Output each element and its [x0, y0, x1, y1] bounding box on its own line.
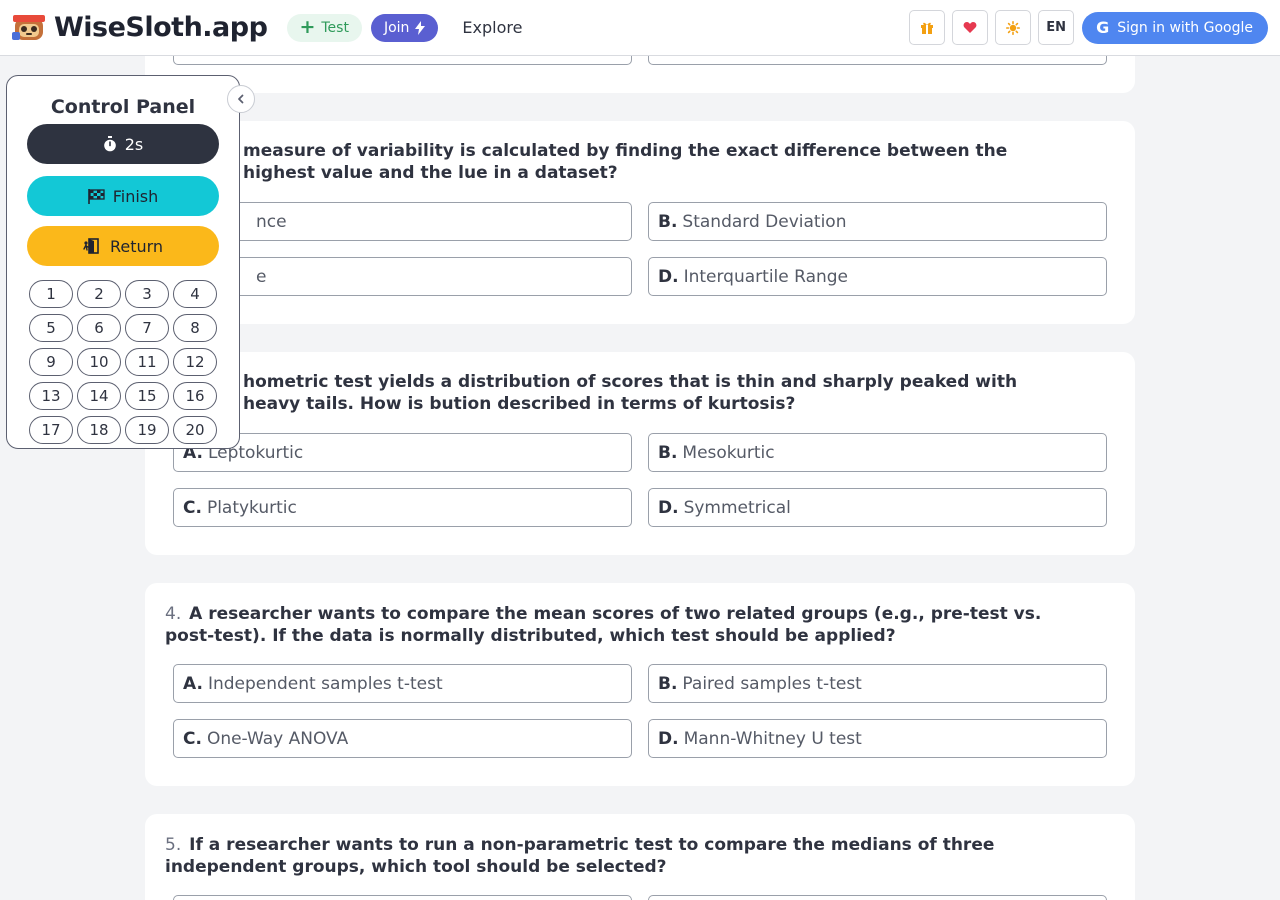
gift-icon: [921, 22, 934, 34]
question-nav-10[interactable]: 10: [77, 348, 121, 376]
question-nav-20[interactable]: 20: [173, 416, 217, 444]
checkered-flag-icon: [87, 188, 105, 204]
collapse-panel-button[interactable]: [227, 85, 255, 113]
timer-button[interactable]: 2s: [27, 124, 219, 164]
test-button-label: Test: [321, 19, 349, 36]
option-c[interactable]: C. One-Way ANOVA: [173, 719, 632, 758]
question-nav-9[interactable]: 9: [29, 348, 73, 376]
door-exit-icon: [83, 238, 99, 254]
return-label: Return: [109, 236, 164, 256]
join-button-label: Join: [383, 19, 410, 36]
language-button[interactable]: EN: [1038, 10, 1075, 45]
option-a[interactable]: A. Leptokurtic: [173, 433, 632, 472]
question-text: 4. A researcher wants to compare the mea…: [165, 604, 1042, 646]
logo-link[interactable]: WiseSloth.app: [11, 12, 268, 44]
stopwatch-icon: [103, 136, 116, 152]
question-card-4: 4. A researcher wants to compare the mea…: [145, 583, 1135, 786]
option-b[interactable]: B. Mesokurtic: [648, 433, 1107, 472]
question-nav-12[interactable]: 12: [173, 348, 217, 376]
chevron-left-icon: [238, 94, 244, 104]
option-c[interactable]: C. Platykurtic: [173, 488, 632, 527]
plus-icon: +: [299, 16, 316, 38]
question-nav-17[interactable]: 17: [29, 416, 73, 444]
panel-title: Control Panel: [50, 96, 196, 118]
control-panel: Control Panel 2s Finish Return 1 2 3 4 5…: [6, 75, 240, 449]
question-nav-3[interactable]: 3: [125, 280, 169, 308]
lightning-icon: [415, 20, 426, 35]
option-d[interactable]: D. Symmetrical: [648, 488, 1107, 527]
question-card-2: measure of variability is calculated by …: [145, 121, 1135, 324]
return-button[interactable]: Return: [27, 226, 219, 266]
favorites-button[interactable]: [952, 10, 989, 45]
finish-label: Finish: [112, 186, 159, 206]
option-b[interactable]: B. Paired samples t-test: [648, 664, 1107, 703]
finish-button[interactable]: Finish: [27, 176, 219, 216]
google-icon: G: [1096, 18, 1110, 37]
header-actions: EN G Sign in with Google: [902, 10, 1268, 45]
option-d[interactable]: D. Interquartile Range: [648, 257, 1107, 296]
google-signin-button[interactable]: G Sign in with Google: [1082, 11, 1268, 44]
question-nav-11[interactable]: 11: [125, 348, 169, 376]
question-nav-15[interactable]: 15: [125, 382, 169, 410]
option-b[interactable]: B. Standard Deviation: [648, 202, 1107, 241]
question-nav-2[interactable]: 2: [77, 280, 121, 308]
question-text: 5. If a researcher wants to run a non-pa…: [165, 835, 995, 877]
join-button[interactable]: Join: [370, 13, 439, 42]
timer-label: 2s: [124, 134, 144, 154]
question-number-grid: 1 2 3 4 5 6 7 8 9 10 11 12 13 14 15 16 1…: [29, 280, 221, 444]
gift-button[interactable]: [909, 10, 946, 45]
option-d[interactable]: D. Mann-Whitney U test: [648, 719, 1107, 758]
question-text: hometric test yields a distribution of s…: [243, 372, 1018, 414]
question-nav-16[interactable]: 16: [173, 382, 217, 410]
option-b[interactable]: [648, 895, 1107, 900]
option-c[interactable]: e: [173, 257, 632, 296]
option-a[interactable]: nce: [173, 202, 632, 241]
theme-toggle-button[interactable]: [995, 10, 1032, 45]
brand-name: WiseSloth.app: [54, 12, 268, 43]
question-nav-18[interactable]: 18: [77, 416, 121, 444]
sloth-logo-icon: [12, 14, 45, 40]
question-nav-13[interactable]: 13: [29, 382, 73, 410]
question-nav-14[interactable]: 14: [77, 382, 121, 410]
question-card-3: hometric test yields a distribution of s…: [145, 352, 1135, 555]
option-a[interactable]: [173, 895, 632, 900]
google-signin-label: Sign in with Google: [1117, 19, 1253, 36]
sun-icon: [1006, 20, 1021, 35]
test-button[interactable]: + Test: [287, 13, 362, 42]
question-nav-5[interactable]: 5: [29, 314, 73, 342]
top-navbar: WiseSloth.app + Test Join Explore EN G S…: [0, 0, 1280, 56]
heart-icon: [963, 22, 977, 33]
question-nav-6[interactable]: 6: [77, 314, 121, 342]
question-nav-19[interactable]: 19: [125, 416, 169, 444]
option-a[interactable]: A. Independent samples t-test: [173, 664, 632, 703]
question-nav-7[interactable]: 7: [125, 314, 169, 342]
question-nav-1[interactable]: 1: [29, 280, 73, 308]
question-text: measure of variability is calculated by …: [243, 141, 1008, 183]
question-card-5: 5. If a researcher wants to run a non-pa…: [145, 814, 1135, 900]
nav-explore-link[interactable]: Explore: [462, 18, 522, 37]
question-nav-8[interactable]: 8: [173, 314, 217, 342]
question-nav-4[interactable]: 4: [173, 280, 217, 308]
